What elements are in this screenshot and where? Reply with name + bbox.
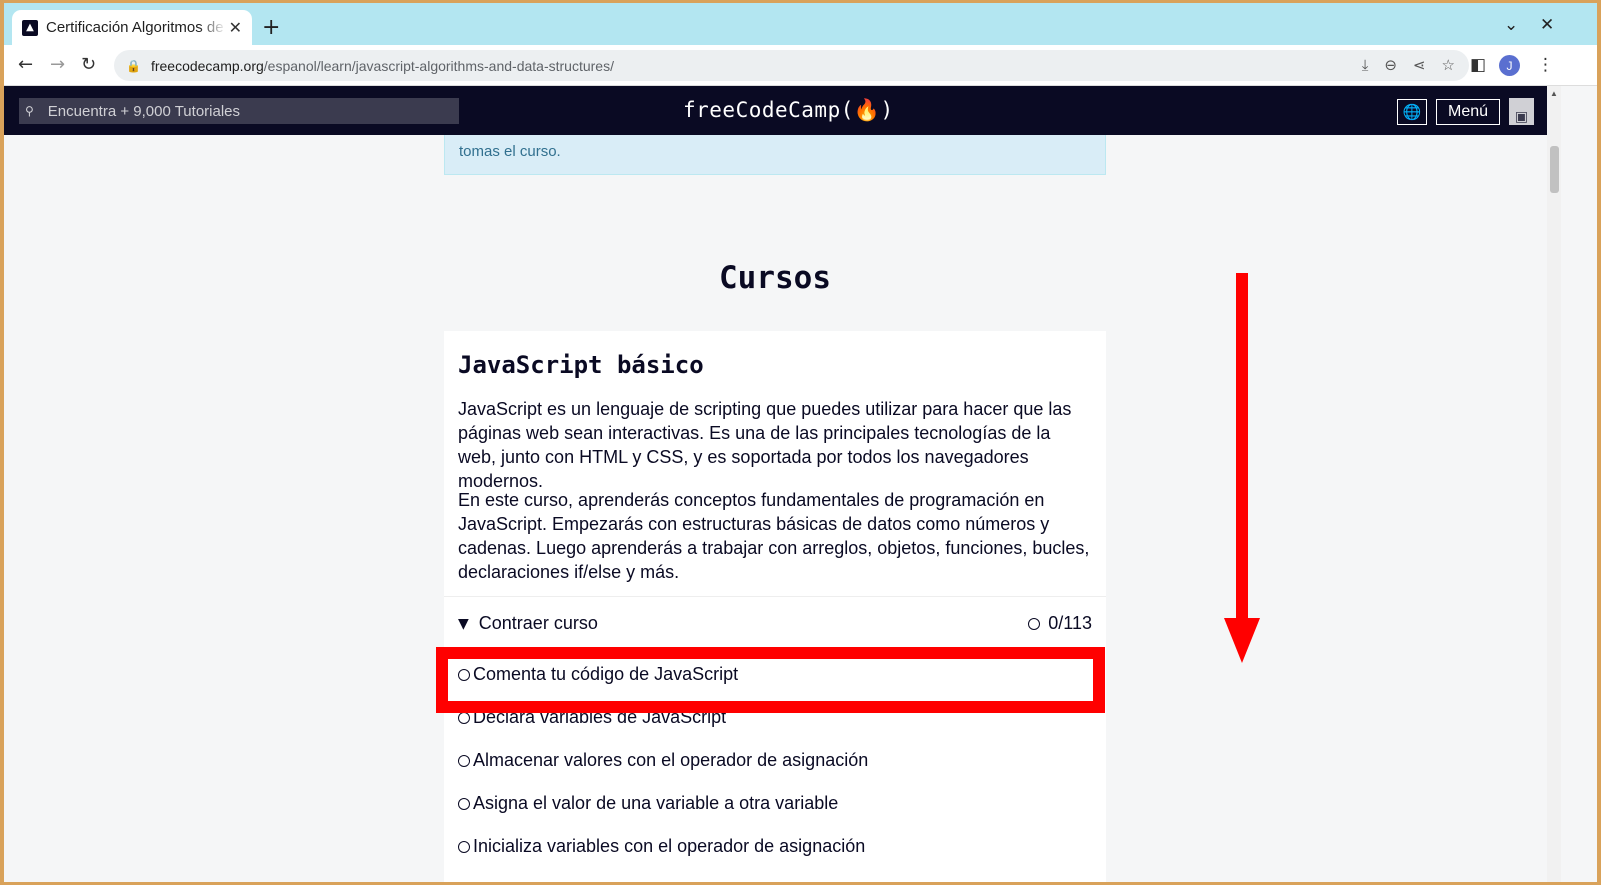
section-title: Cursos	[719, 260, 831, 296]
tab-title: Certificación Algoritmos de JavaScript y…	[46, 19, 226, 36]
install-icon[interactable]: ⤓	[1362, 56, 1369, 74]
share-icon[interactable]: ⋖	[1413, 56, 1426, 74]
search-bar[interactable]: ⚲	[19, 98, 459, 124]
active-tab[interactable]: ▲ Certificación Algoritmos de JavaScript…	[12, 10, 252, 45]
lesson-incomplete-icon	[458, 711, 470, 724]
tab-close-icon[interactable]: ✕	[229, 18, 242, 37]
profile-avatar[interactable]: J	[1499, 55, 1520, 76]
fcc-navbar: ⚲ freeCodeCamp(🔥) 🌐 Menú ▣	[4, 86, 1547, 135]
divider	[444, 596, 1106, 597]
forward-icon[interactable]: →	[50, 54, 65, 75]
side-panel-icon[interactable]: ◧	[1470, 55, 1486, 75]
course-intro-2: En este curso, aprenderás conceptos fund…	[458, 490, 1090, 582]
kebab-menu-icon[interactable]: ⋮	[1537, 55, 1554, 75]
collapse-course-toggle[interactable]: ▼ Contraer curso	[458, 613, 598, 634]
info-alert: tomas el curso.	[444, 135, 1106, 175]
course-card: JavaScript básico JavaScript es un lengu…	[444, 331, 1106, 882]
url-domain: freecodecamp.org	[150, 57, 264, 74]
lesson-label: Almacenar valores con el operador de asi…	[473, 750, 869, 770]
collapse-label: Contraer curso	[478, 613, 598, 633]
lesson-item[interactable]: Declara variables de JavaScript	[458, 707, 726, 728]
browser-toolbar: ← → ↻ 🔒 freecodecamp.org/espanol/learn/j…	[4, 45, 1597, 86]
address-bar[interactable]: 🔒 freecodecamp.org/espanol/learn/javascr…	[114, 50, 1469, 81]
new-tab-button[interactable]: +	[262, 15, 280, 40]
lesson-incomplete-icon	[458, 797, 470, 810]
back-icon[interactable]: ←	[18, 54, 33, 75]
lesson-incomplete-icon	[458, 754, 470, 767]
lesson-item[interactable]: Inicializa variables con el operador de …	[458, 836, 865, 857]
search-input[interactable]	[47, 102, 428, 120]
lesson-label: Asigna el valor de una variable a otra v…	[473, 793, 839, 813]
lesson-label: Comenta tu código de JavaScript	[473, 664, 739, 684]
arrow-shaft	[1236, 273, 1248, 623]
browser-window: ▲ Certificación Algoritmos de JavaScript…	[4, 3, 1597, 882]
fcc-favicon-icon: ▲	[22, 19, 38, 36]
tab-strip: ▲ Certificación Algoritmos de JavaScript…	[4, 3, 1597, 45]
course-intro-1: JavaScript es un lenguaje de scripting q…	[458, 399, 1072, 491]
lesson-label: Inicializa variables con el operador de …	[473, 836, 866, 856]
alert-text: tomas el curso.	[459, 143, 561, 160]
url-text: freecodecamp.org/espanol/learn/javascrip…	[151, 58, 614, 74]
lesson-label: Declara variables de JavaScript	[473, 707, 727, 727]
scroll-down-arrow-icon	[1224, 273, 1260, 663]
url-path: /espanol/learn/javascript-algorithms-and…	[263, 57, 614, 74]
window-close-icon[interactable]: ✕	[1540, 15, 1554, 35]
lesson-incomplete-icon	[458, 840, 470, 853]
progress-count: 0/113	[1048, 613, 1092, 633]
fcc-logo[interactable]: freeCodeCamp(🔥)	[683, 98, 894, 123]
reload-icon[interactable]: ↻	[81, 54, 96, 75]
bookmark-star-icon[interactable]: ☆	[1442, 56, 1455, 74]
course-progress: 0/113	[1028, 613, 1092, 634]
menu-button[interactable]: Menú	[1436, 99, 1500, 125]
course-title: JavaScript básico	[458, 351, 704, 379]
search-icon: ⚲	[25, 104, 34, 118]
lesson-incomplete-icon	[458, 668, 470, 681]
scroll-up-icon[interactable]: ▲	[1550, 89, 1558, 98]
lesson-item[interactable]: Comenta tu código de JavaScript	[458, 664, 738, 685]
language-globe-icon[interactable]: 🌐	[1397, 99, 1427, 125]
main-content: tomas el curso. Cursos JavaScript básico…	[4, 135, 1547, 882]
arrow-head	[1224, 618, 1260, 663]
progress-circle-icon	[1028, 617, 1041, 630]
triangle-down-icon: ▼	[458, 615, 469, 632]
lesson-item[interactable]: Asigna el valor de una variable a otra v…	[458, 793, 838, 814]
zoom-icon[interactable]: ⊖	[1384, 56, 1397, 74]
page-scrollbar[interactable]: ▲	[1547, 86, 1561, 882]
address-bar-actions: ⤓ ⊖ ⋖ ☆	[1362, 56, 1455, 74]
lesson-item[interactable]: Almacenar valores con el operador de asi…	[458, 750, 868, 771]
tab-list-chevron-icon[interactable]: ⌄	[1504, 15, 1518, 35]
lock-icon[interactable]: 🔒	[126, 59, 141, 73]
scrollbar-thumb[interactable]	[1550, 146, 1559, 193]
user-avatar[interactable]: ▣	[1509, 98, 1534, 125]
